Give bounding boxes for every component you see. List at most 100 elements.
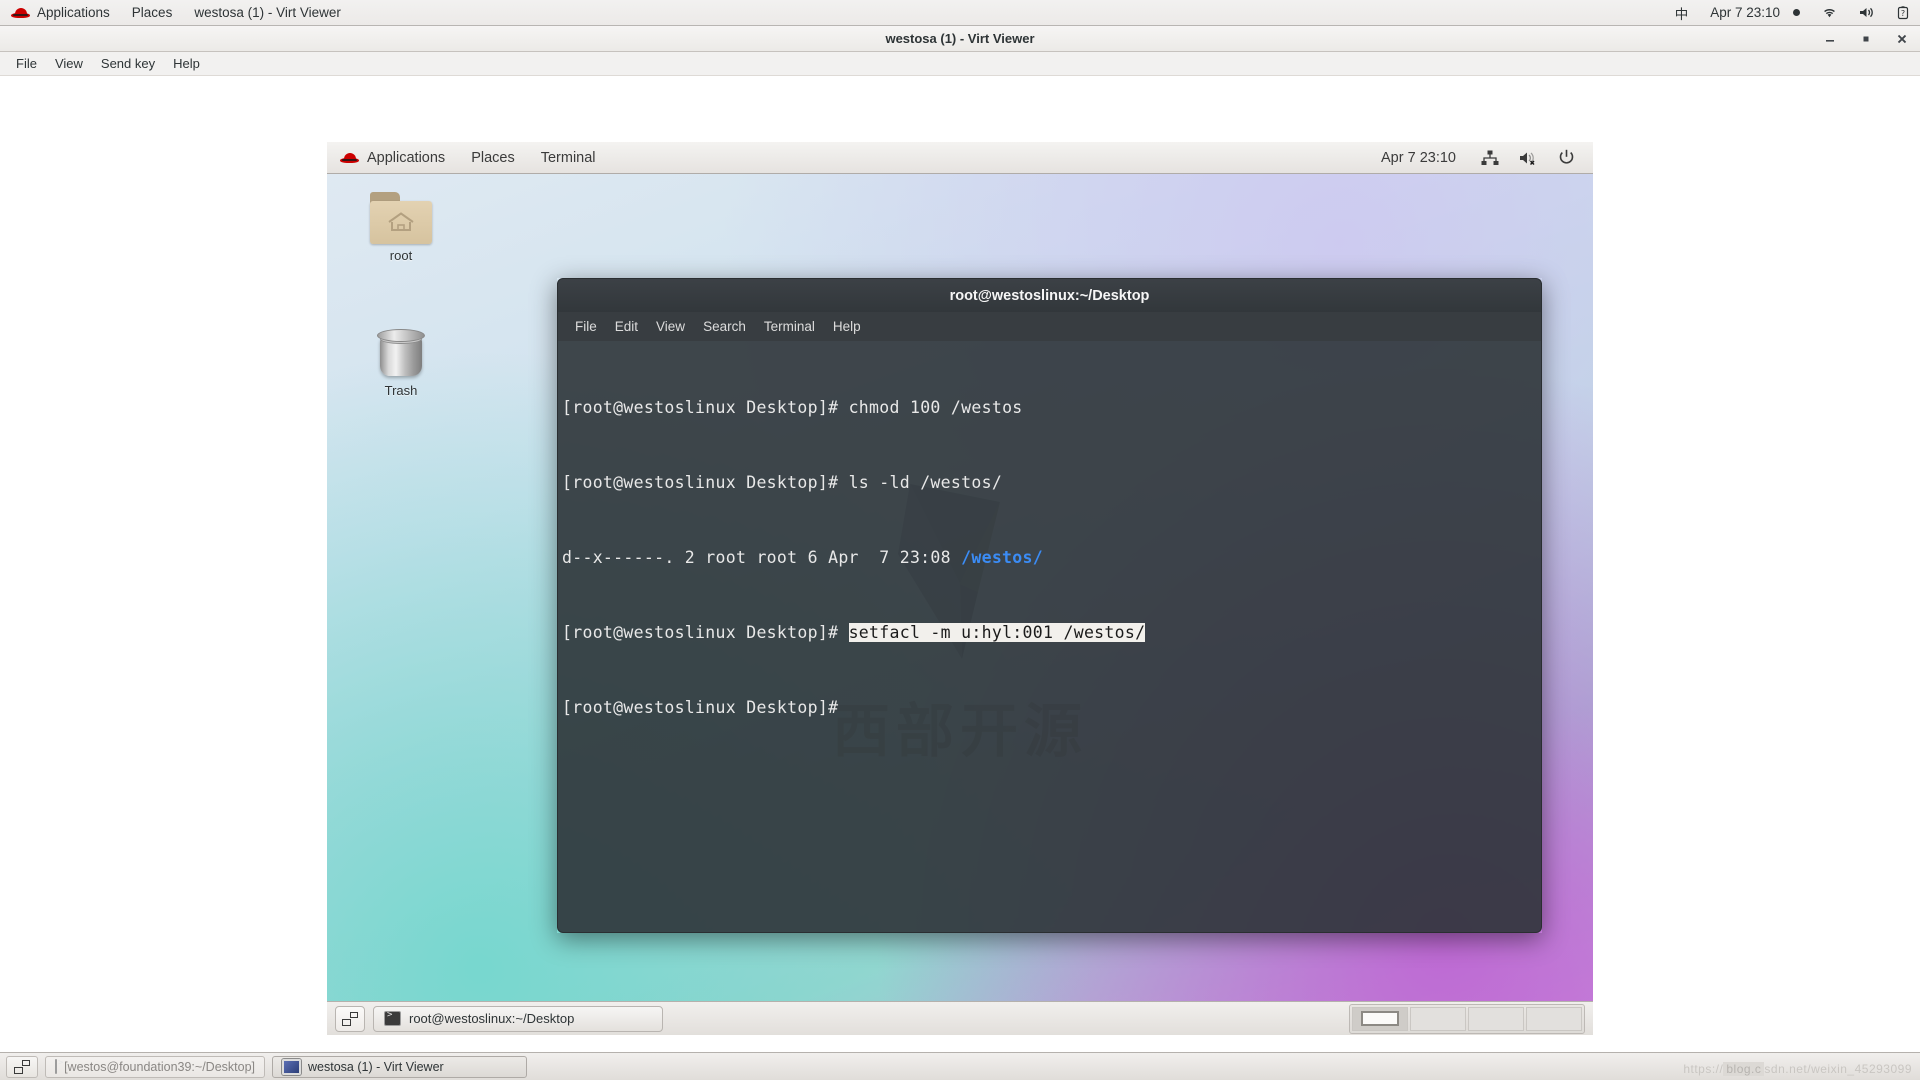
wifi-icon[interactable]: [1811, 0, 1848, 26]
term-menu-terminal[interactable]: Terminal: [755, 315, 824, 339]
workspace-2[interactable]: [1410, 1006, 1466, 1031]
taskbar-window-button-label: root@westoslinux:~/Desktop: [409, 1011, 575, 1026]
guest-desktop: Applications Places Terminal Apr 7 23:10: [327, 142, 1593, 1069]
terminal-prompt: [root@westoslinux Desktop]#: [562, 698, 849, 717]
guest-terminal-label: Terminal: [540, 149, 596, 166]
term-menu-edit[interactable]: Edit: [606, 315, 647, 339]
guest-terminal-menu[interactable]: Terminal: [528, 142, 609, 174]
host-tray: 中 Apr 7 23:10 ?: [1664, 0, 1920, 26]
vv-menu-send-key[interactable]: Send key: [92, 53, 164, 75]
show-desktop-button[interactable]: [335, 1005, 365, 1032]
vv-menu-help[interactable]: Help: [164, 53, 209, 75]
desktop-icon-root[interactable]: root: [355, 192, 447, 263]
terminal-prompt: [root@westoslinux Desktop]#: [562, 623, 849, 642]
workspace-1[interactable]: [1352, 1006, 1408, 1031]
terminal-command: chmod 100 /westos: [848, 398, 1023, 417]
power-icon[interactable]: [1550, 142, 1583, 174]
terminal-command: ls -ld /westos/: [848, 473, 1003, 492]
guest-applications-label: Applications: [367, 149, 446, 166]
terminal-title-label: root@westoslinux:~/Desktop: [949, 287, 1150, 304]
host-places-label: Places: [131, 5, 173, 20]
term-menu-file[interactable]: File: [566, 315, 606, 339]
virt-viewer-titlebar[interactable]: westosa (1) - Virt Viewer: [0, 26, 1920, 52]
desktop-icon-root-label: root: [389, 248, 413, 263]
guest-taskbar: root@westoslinux:~/Desktop: [327, 1001, 1593, 1035]
trash-icon: [375, 329, 427, 379]
input-method-label: 中: [1674, 6, 1689, 22]
guest-applications-menu[interactable]: Applications: [327, 142, 458, 174]
terminal-menubar: File Edit View Search Terminal Help: [557, 312, 1542, 341]
redhat-logo-icon: [11, 6, 30, 20]
workspace-4[interactable]: [1526, 1006, 1582, 1031]
guest-places-menu[interactable]: Places: [458, 142, 528, 174]
terminal-line: d--x------. 2 root root 6 Apr 7 23:08 /w…: [562, 545, 1541, 570]
workspace-switcher[interactable]: [1349, 1003, 1585, 1034]
gnome-terminal-window: root@westoslinux:~/Desktop File Edit Vie…: [557, 278, 1542, 933]
host-show-desktop-button[interactable]: [6, 1055, 38, 1078]
guest-clock-label: Apr 7 23:10: [1381, 149, 1456, 166]
terminal-prompt: [root@westoslinux Desktop]#: [562, 398, 849, 417]
host-clock-label: Apr 7 23:10: [1710, 5, 1780, 20]
host-taskbar-button-virt-viewer[interactable]: westosa (1) - Virt Viewer: [272, 1055, 527, 1078]
terminal-titlebar[interactable]: root@westoslinux:~/Desktop: [557, 278, 1542, 312]
term-menu-search[interactable]: Search: [694, 315, 755, 339]
virt-viewer-window-controls: [1822, 26, 1910, 52]
guest-tray: Apr 7 23:10: [1368, 142, 1593, 174]
host-top-panel: Applications Places westosa (1) - Virt V…: [0, 0, 1920, 26]
minimize-button[interactable]: [1822, 31, 1838, 47]
host-applications-menu[interactable]: Applications: [0, 0, 121, 26]
terminal-line: [root@westoslinux Desktop]# chmod 100 /w…: [562, 395, 1541, 420]
volume-muted-icon[interactable]: [1511, 142, 1546, 174]
host-window-title-item[interactable]: westosa (1) - Virt Viewer: [183, 0, 352, 26]
host-taskbar: [westos@foundation39:~/Desktop] westosa …: [0, 1052, 1920, 1080]
network-icon[interactable]: [1473, 142, 1507, 174]
svg-text:?: ?: [1901, 9, 1905, 18]
host-taskbar-button-virt-viewer-label: westosa (1) - Virt Viewer: [308, 1059, 444, 1074]
watermark-url: https://blog.c sdn.net/weixin_45293099: [1683, 1062, 1912, 1076]
watermark-url-suffix: sdn.net/weixin_45293099: [1764, 1062, 1912, 1076]
show-desktop-icon: [342, 1011, 358, 1026]
terminal-screen[interactable]: [root@westoslinux Desktop]# chmod 100 /w…: [557, 341, 1542, 933]
terminal-output: d--x------. 2 root root 6 Apr 7 23:08: [562, 548, 962, 567]
maximize-button[interactable]: [1858, 31, 1874, 47]
watermark-url-prefix: https://: [1683, 1062, 1724, 1076]
terminal-icon: [384, 1010, 401, 1026]
vv-menu-view[interactable]: View: [46, 53, 92, 75]
input-method-indicator[interactable]: 中: [1664, 0, 1700, 26]
term-menu-view[interactable]: View: [647, 315, 694, 339]
desktop-icon-trash-label: Trash: [384, 383, 418, 398]
workspace-3[interactable]: [1468, 1006, 1524, 1031]
monitor-icon: [282, 1058, 301, 1075]
taskbar-window-button-terminal[interactable]: root@westoslinux:~/Desktop: [373, 1005, 663, 1032]
virt-viewer-window: westosa (1) - Virt Viewer File View Send…: [0, 26, 1920, 1052]
vv-menu-file[interactable]: File: [7, 53, 46, 75]
guest-wallpaper: 西部开源 root: [327, 174, 1593, 1035]
host-taskbar-button-terminal[interactable]: [westos@foundation39:~/Desktop]: [45, 1055, 265, 1078]
terminal-line: [root@westoslinux Desktop]# ls -ld /west…: [562, 470, 1541, 495]
notification-dot-icon: [1793, 9, 1800, 16]
guest-top-panel: Applications Places Terminal Apr 7 23:10: [327, 142, 1593, 174]
battery-icon[interactable]: ?: [1886, 0, 1920, 26]
redhat-logo-icon: [340, 151, 359, 165]
terminal-line: [root@westoslinux Desktop]#: [562, 695, 1541, 720]
terminal-selected-command: setfacl -m u:hyl:001 /westos/: [848, 623, 1146, 642]
host-places-menu[interactable]: Places: [121, 0, 184, 26]
guest-clock[interactable]: Apr 7 23:10: [1368, 142, 1469, 174]
term-menu-help[interactable]: Help: [824, 315, 870, 339]
volume-icon[interactable]: [1848, 0, 1886, 26]
host-window-title-label: westosa (1) - Virt Viewer: [194, 5, 341, 20]
virt-viewer-title: westosa (1) - Virt Viewer: [885, 31, 1035, 46]
close-button[interactable]: [1894, 31, 1910, 47]
show-desktop-icon: [14, 1059, 30, 1074]
guest-places-label: Places: [471, 149, 515, 166]
virt-viewer-display-area: Applications Places Terminal Apr 7 23:10: [0, 76, 1920, 1052]
watermark-url-mid: blog.c: [1723, 1062, 1765, 1076]
virt-viewer-menubar: File View Send key Help: [0, 52, 1920, 76]
workspace-window-thumb: [1361, 1010, 1399, 1026]
host-clock[interactable]: Apr 7 23:10: [1699, 0, 1811, 26]
terminal-prompt: [root@westoslinux Desktop]#: [562, 473, 849, 492]
terminal-icon: [55, 1058, 64, 1074]
terminal-output-path: /westos/: [961, 548, 1043, 567]
desktop-icon-trash[interactable]: Trash: [355, 329, 447, 398]
home-folder-icon: [370, 192, 432, 244]
